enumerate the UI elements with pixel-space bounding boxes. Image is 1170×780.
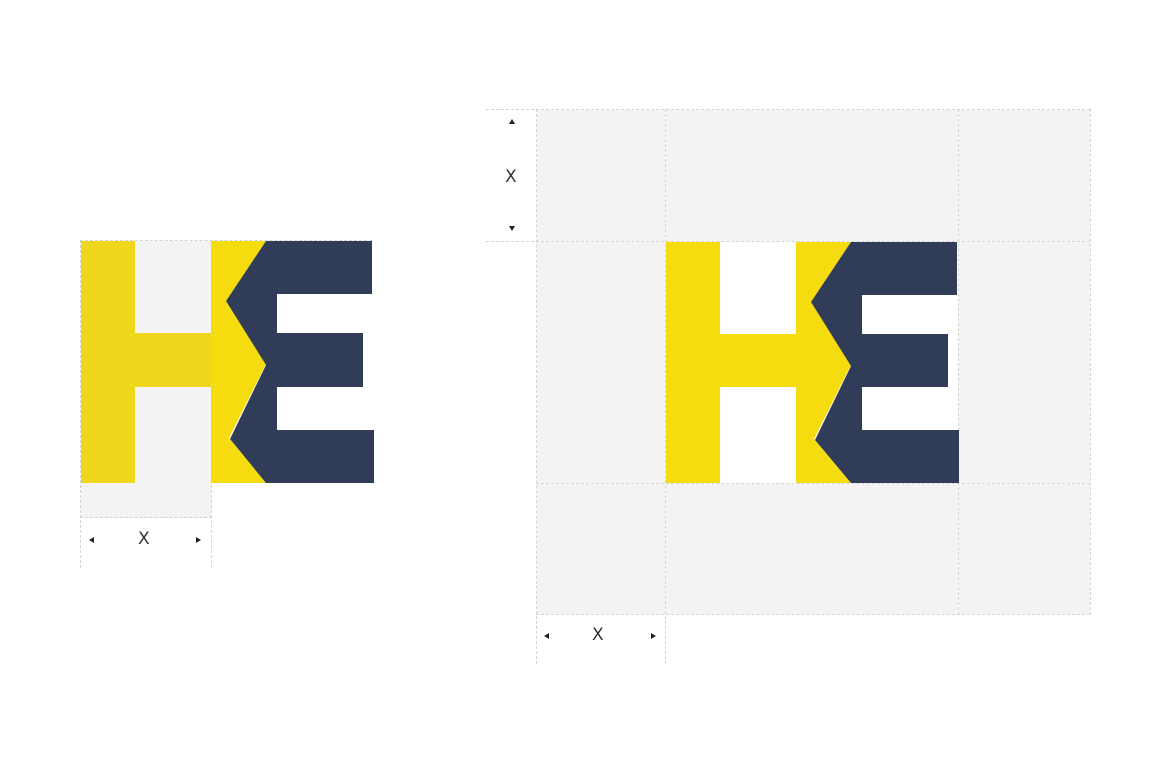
left-guide-bottom <box>80 517 212 518</box>
right-guide-top <box>486 109 1090 110</box>
h-left-stem <box>666 242 720 483</box>
right-dim-arrow-right-icon <box>651 633 656 639</box>
right-dim-arrow-up-icon <box>509 119 515 124</box>
he-logo-right <box>666 242 959 483</box>
right-grid-mid-right <box>959 242 1090 483</box>
right-grid-bottom-right <box>959 484 1090 614</box>
left-dimension-label: X <box>138 529 150 549</box>
left-dim-arrow-right-icon <box>196 537 201 543</box>
right-horizontal-dimension-label: X <box>592 625 604 645</box>
right-vertical-dimension-label: X <box>505 167 517 187</box>
h-crossbar <box>720 334 796 387</box>
right-guide-left <box>536 109 537 664</box>
right-grid-top-right <box>959 110 1090 241</box>
h-crossbar <box>135 333 211 387</box>
h-left-stem <box>81 241 135 483</box>
left-dim-arrow-left-icon <box>89 537 94 543</box>
right-guide-right <box>1090 109 1091 615</box>
right-dim-arrow-left-icon <box>544 633 549 639</box>
right-grid-mid-left <box>537 242 665 483</box>
right-grid-top-center <box>666 110 958 241</box>
right-grid-bottom-center <box>666 484 958 614</box>
right-guide-bottom <box>536 614 1090 615</box>
right-dim-arrow-down-icon <box>509 226 515 231</box>
right-grid-bottom-left <box>537 484 665 614</box>
right-grid-top-left <box>537 110 665 241</box>
he-logo-left <box>81 241 374 483</box>
